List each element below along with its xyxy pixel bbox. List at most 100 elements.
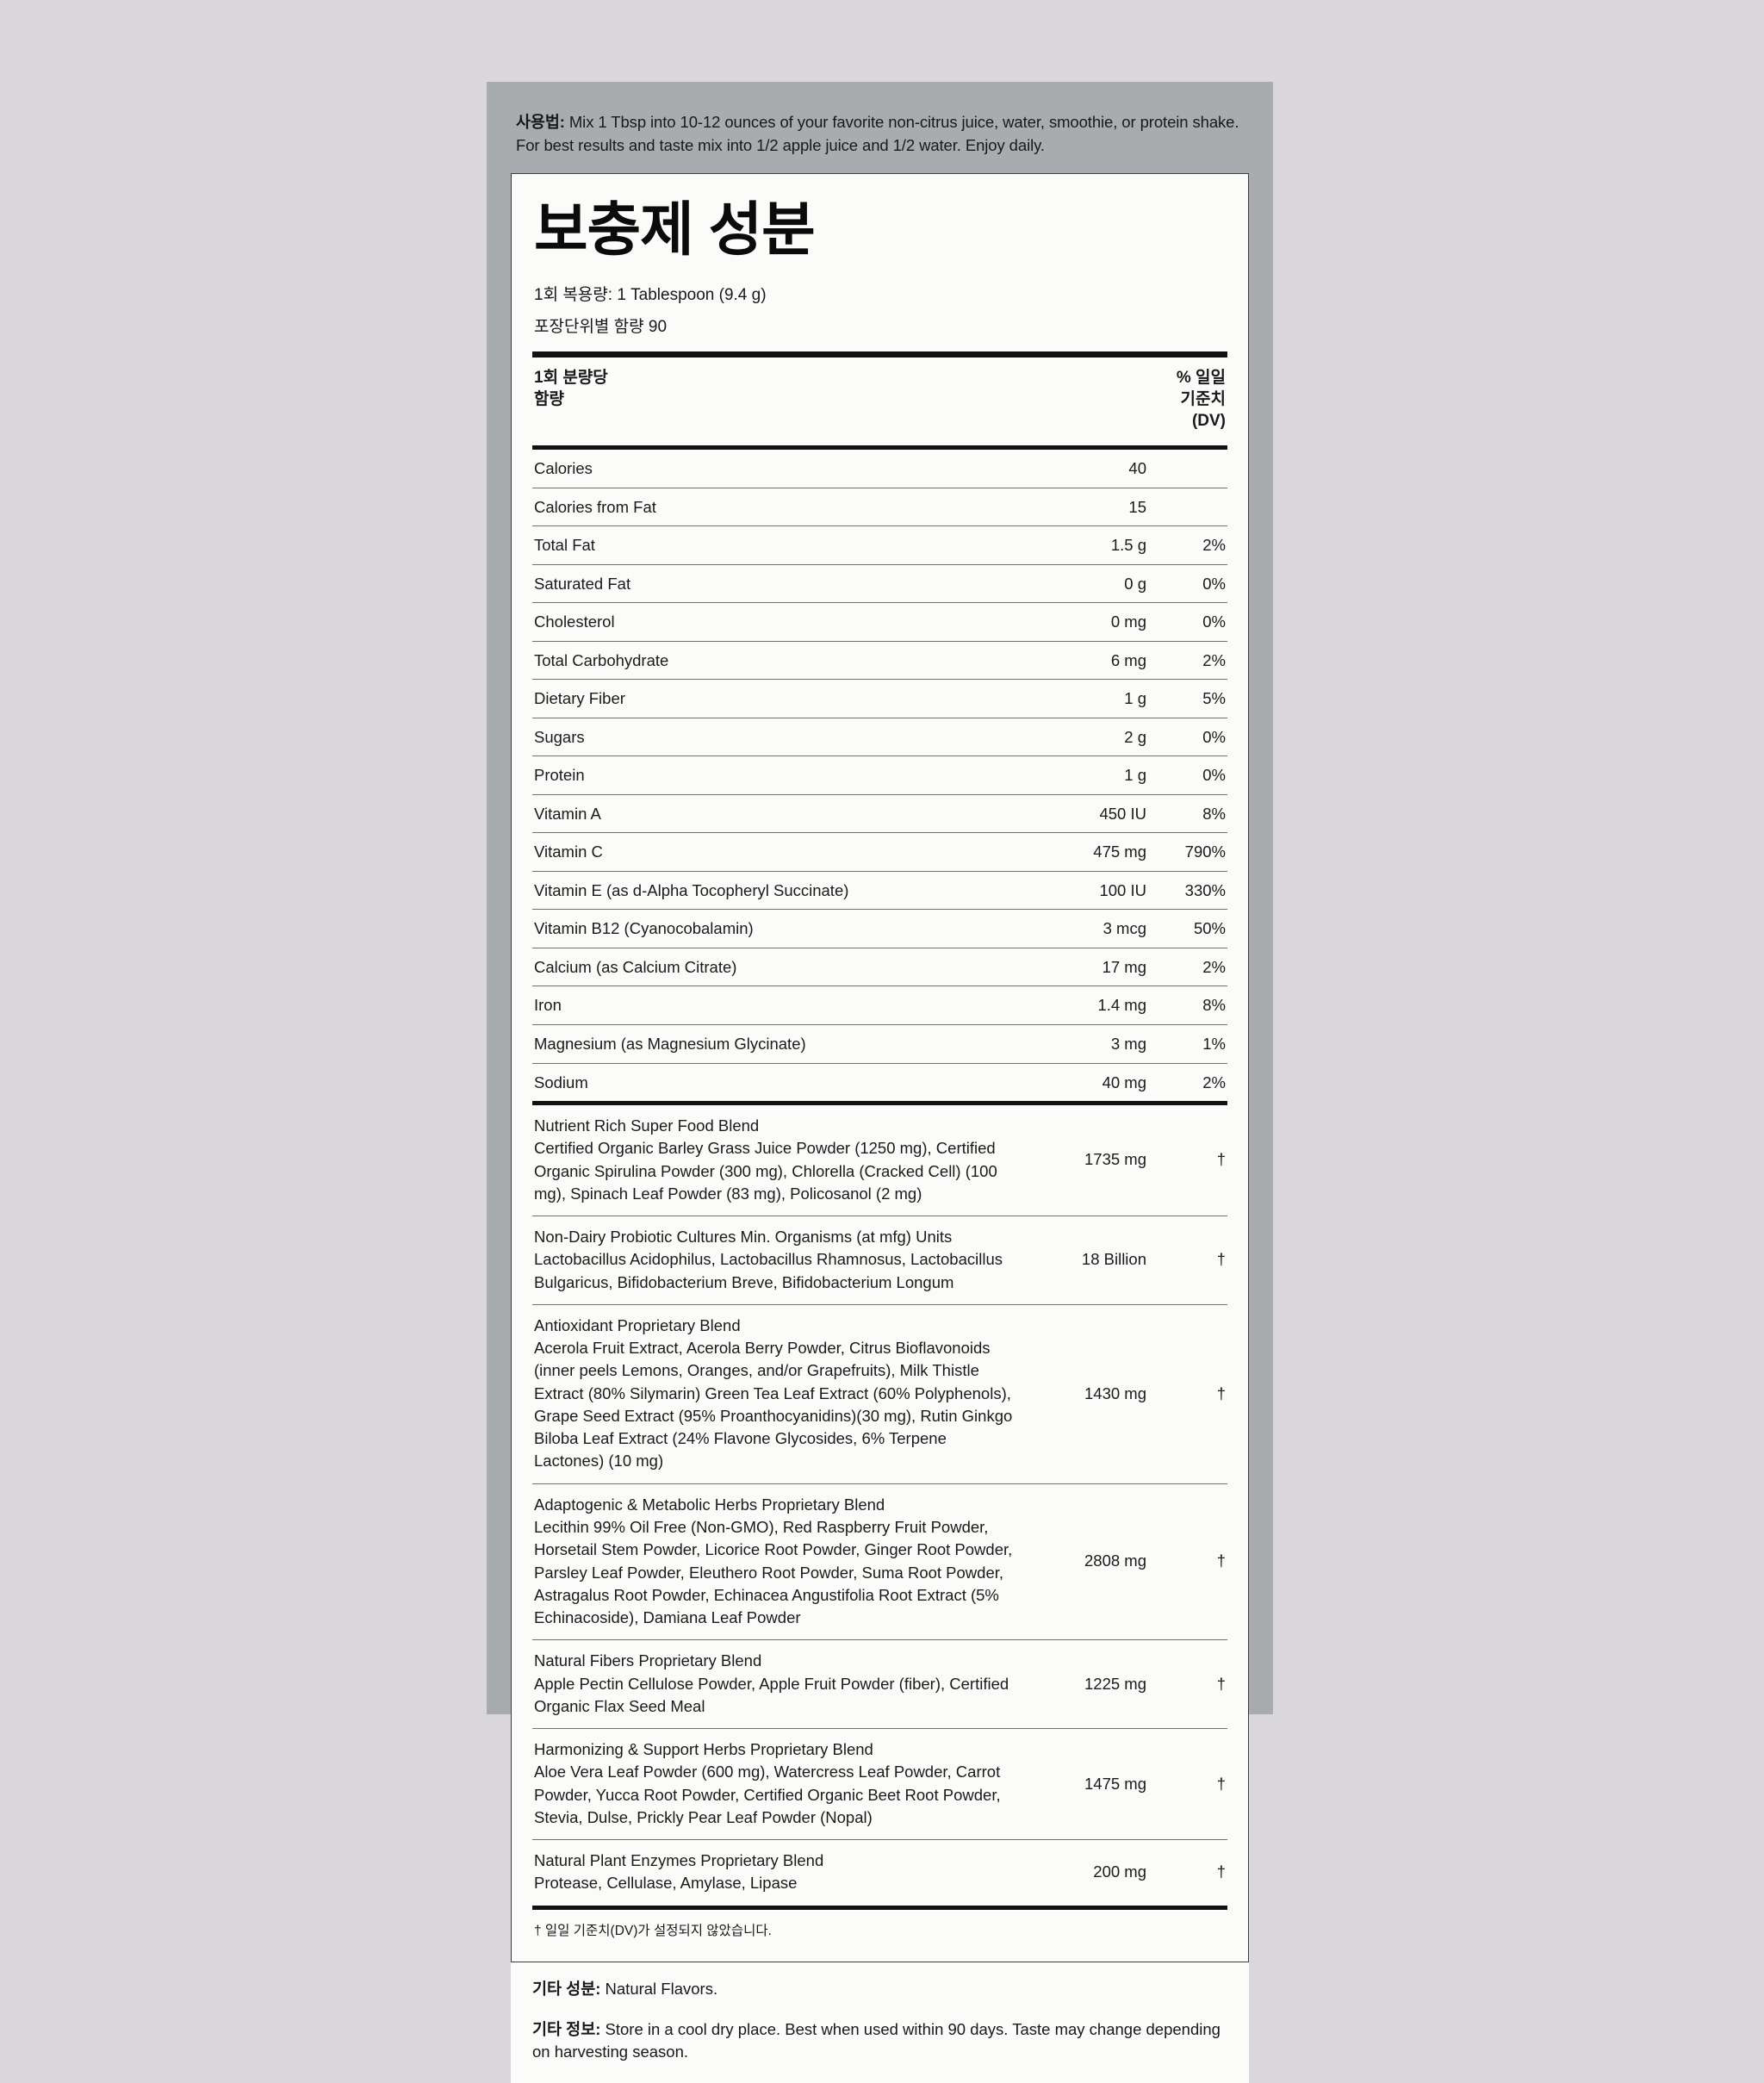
blend-table: Nutrient Rich Super Food Blend Certified …: [532, 1105, 1227, 1906]
column-header-right-line1: % 일일: [1176, 369, 1226, 388]
blend-ingredients: Apple Pectin Cellulose Powder, Apple Fru…: [534, 1674, 1009, 1715]
nutrient-name: Protein: [532, 755, 1019, 795]
table-row: Harmonizing & Support Herbs Proprietary …: [532, 1728, 1227, 1840]
table-row: Adaptogenic & Metabolic Herbs Proprietar…: [532, 1483, 1227, 1640]
other-information-text: Store in a cool dry place. Best when use…: [532, 2019, 1221, 2061]
nutrient-name: Calcium (as Calcium Citrate): [532, 947, 1019, 986]
blend-cell: Natural Plant Enzymes Proprietary Blend P…: [532, 1839, 1019, 1906]
table-row: Non-Dairy Probiotic Cultures Min. Organi…: [532, 1216, 1227, 1305]
blend-cell: Adaptogenic & Metabolic Herbs Proprietar…: [532, 1483, 1019, 1640]
supplement-facts-panel: 보충제 성분 1회 복용량: 1 Tablespoon (9.4 g) 포장단위…: [511, 172, 1249, 1962]
table-row: Nutrient Rich Super Food Blend Certified …: [532, 1105, 1227, 1216]
blend-daily-value: †: [1148, 1639, 1227, 1729]
blend-daily-value: †: [1148, 1728, 1227, 1840]
nutrient-name: Vitamin B12 (Cyanocobalamin): [532, 909, 1019, 948]
blend-title: Antioxidant Proprietary Blend: [534, 1315, 741, 1334]
nutrient-amount: 0 g: [1019, 563, 1148, 603]
daily-value-footnote: † 일일 기준치(DV)가 설정되지 않았습니다.: [534, 1923, 772, 1938]
table-row: Total Fat 1.5 g 2%: [532, 525, 1227, 565]
other-ingredients-note: 기타 성분: Natural Flavors.: [512, 1977, 1249, 2001]
blend-title: Natural Fibers Proprietary Blend: [534, 1651, 762, 1670]
table-row: Vitamin B12 (Cyanocobalamin) 3 mcg 50%: [532, 909, 1227, 948]
nutrient-daily-value: 0%: [1148, 602, 1227, 642]
servings-per-container-line: 포장단위별 함량 90: [534, 317, 668, 336]
serving-size-line: 1회 복용량: 1 Tablespoon (9.4 g): [534, 286, 767, 305]
nutrient-name: Iron: [532, 986, 1019, 1025]
table-row: Natural Fibers Proprietary Blend Apple Pe…: [532, 1639, 1227, 1729]
nutrient-amount: 2 g: [1019, 717, 1148, 756]
blend-cell: Non-Dairy Probiotic Cultures Min. Organi…: [532, 1216, 1019, 1305]
table-row: Iron 1.4 mg 8%: [532, 986, 1227, 1025]
column-header-left-line2: 함량: [534, 390, 564, 409]
nutrient-daily-value: 0%: [1148, 755, 1227, 795]
blend-title: Adaptogenic & Metabolic Herbs Proprietar…: [534, 1495, 885, 1514]
table-row: Saturated Fat 0 g 0%: [532, 563, 1227, 603]
table-row: Vitamin E (as d-Alpha Tocopheryl Succina…: [532, 870, 1227, 910]
nutrient-daily-value: 2%: [1148, 947, 1227, 986]
blend-title: Natural Plant Enzymes Proprietary Blend: [534, 1851, 824, 1870]
blend-amount: 18 Billion: [1019, 1216, 1148, 1305]
table-row: Calories from Fat 15: [532, 487, 1227, 526]
blend-daily-value: †: [1216, 1150, 1226, 1169]
nutrient-amount: 1.5 g: [1019, 525, 1148, 565]
directions-body: Mix 1 Tbsp into 10-12 ounces of your fav…: [516, 113, 1239, 154]
table-row: Antioxidant Proprietary Blend Acerola Fru…: [532, 1303, 1227, 1484]
other-ingredients-label: 기타 성분:: [532, 1979, 601, 1998]
table-row: Vitamin A 450 IU 8%: [532, 793, 1227, 833]
blend-cell: Antioxidant Proprietary Blend Acerola Fru…: [532, 1303, 1019, 1484]
table-row: Magnesium (as Magnesium Glycinate) 3 mg 1%: [532, 1023, 1227, 1063]
nutrient-daily-value: 790%: [1148, 832, 1227, 872]
nutrient-daily-value: 0%: [1148, 563, 1227, 603]
nutrient-daily-value: 2%: [1148, 1062, 1227, 1102]
blend-ingredients: Lactobacillus Acidophilus, Lactobacillus…: [534, 1250, 1003, 1291]
blend-title: Harmonizing & Support Herbs Proprietary …: [534, 1740, 873, 1759]
supplement-label-card: 사용법: Mix 1 Tbsp into 10-12 ounces of you…: [487, 82, 1273, 2083]
column-header-amount-per-serving: 1회 분량당 함량: [534, 367, 608, 410]
blend-cell: Harmonizing & Support Herbs Proprietary …: [532, 1728, 1019, 1840]
nutrient-daily-value: 330%: [1148, 870, 1227, 910]
nutrient-amount: 450 IU: [1019, 793, 1148, 833]
directions-text: 사용법: Mix 1 Tbsp into 10-12 ounces of you…: [511, 111, 1249, 158]
table-row: Protein 1 g 0%: [532, 755, 1227, 795]
nutrient-daily-value: 2%: [1148, 640, 1227, 680]
nutrient-name: Calories: [534, 459, 593, 478]
table-row: Sugars 2 g 0%: [532, 717, 1227, 756]
blend-daily-value: †: [1148, 1303, 1227, 1484]
other-information-note: 기타 정보: Store in a cool dry place. Best w…: [512, 2018, 1249, 2065]
blend-cell: Nutrient Rich Super Food Blend Certified …: [532, 1105, 1019, 1216]
nutrient-amount: 1 g: [1019, 755, 1148, 795]
nutrient-name: Sugars: [532, 717, 1019, 756]
nutrient-amount: 1 g: [1019, 679, 1148, 718]
table-row: Dietary Fiber 1 g 5%: [532, 679, 1227, 718]
blend-ingredients: Protease, Cellulase, Amylase, Lipase: [534, 1874, 798, 1893]
nutrient-daily-value: 5%: [1148, 679, 1227, 718]
column-header-daily-value: % 일일 기준치 (DV): [1105, 367, 1226, 432]
nutrient-name: Vitamin A: [532, 793, 1019, 833]
blend-title: Non-Dairy Probiotic Cultures Min. Organi…: [534, 1228, 953, 1247]
blend-amount: 1475 mg: [1019, 1728, 1148, 1840]
nutrient-daily-value: 50%: [1148, 909, 1227, 948]
nutrient-daily-value: 8%: [1148, 986, 1227, 1025]
blend-daily-value: †: [1148, 1839, 1227, 1906]
nutrient-name: Total Carbohydrate: [532, 640, 1019, 680]
nutrient-daily-value: 8%: [1148, 793, 1227, 833]
blend-ingredients: Lecithin 99% Oil Free (Non-GMO), Red Ras…: [534, 1518, 1013, 1627]
blend-amount: 1430 mg: [1019, 1303, 1148, 1484]
nutrient-amount: 475 mg: [1019, 832, 1148, 872]
nutrient-daily-value: [1148, 487, 1227, 526]
blend-amount: 2808 mg: [1019, 1483, 1148, 1640]
nutrient-amount: 40 mg: [1019, 1062, 1148, 1102]
other-information-label: 기타 정보:: [532, 2019, 601, 2038]
nutrient-amount: 40: [1128, 459, 1146, 478]
other-ingredients-text: Natural Flavors.: [600, 1979, 718, 1998]
nutrient-name: Magnesium (as Magnesium Glycinate): [532, 1023, 1019, 1063]
additional-notes: 기타 성분: Natural Flavors. 기타 정보: Store in …: [511, 1962, 1249, 2083]
table-row: Cholesterol 0 mg 0%: [532, 602, 1227, 642]
nutrient-amount: 1.4 mg: [1019, 986, 1148, 1025]
column-header-row: 1회 분량당 함량 % 일일 기준치 (DV): [532, 358, 1227, 445]
table-row: Vitamin C 475 mg 790%: [532, 832, 1227, 872]
note-spacer: [512, 2001, 1249, 2018]
nutrient-name: Sodium: [532, 1062, 1019, 1102]
rule-above-column-header: [532, 351, 1227, 358]
column-header-left-line1: 1회 분량당: [534, 369, 608, 388]
